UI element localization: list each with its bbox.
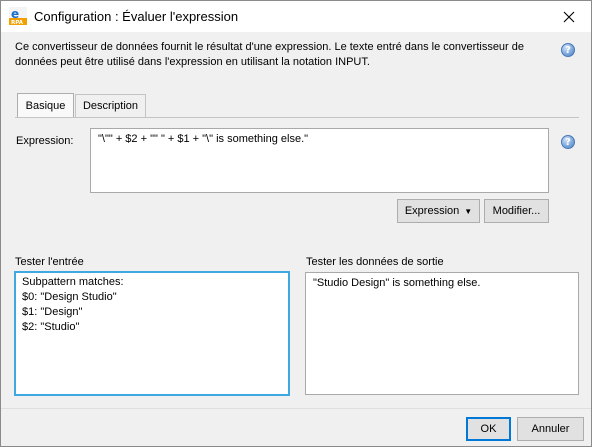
tab-basique[interactable]: Basique — [17, 93, 74, 118]
test-input-label: Tester l'entrée — [15, 256, 84, 268]
window-title: Configuration : Évaluer l'expression — [34, 9, 239, 24]
svg-text:RPA: RPA — [11, 20, 24, 25]
modify-button-label: Modifier... — [492, 205, 541, 217]
title-bar: e RPA Configuration : Évaluer l'expressi… — [1, 1, 591, 32]
test-input-line: $0: "Design Studio" — [22, 291, 117, 303]
app-icon: e RPA — [9, 7, 27, 25]
modify-button[interactable]: Modifier... — [484, 199, 549, 223]
tab-basique-label: Basique — [25, 100, 66, 112]
description-text: Ce convertisseur de données fournit le r… — [15, 41, 525, 68]
expression-label: Expression: — [16, 135, 74, 147]
dialog-footer: OK Annuler — [1, 408, 591, 446]
test-output-value: "Studio Design" is something else. — [313, 277, 481, 289]
test-input-line: Subpattern matches: — [22, 276, 124, 288]
expression-dropdown-button[interactable]: Expression ▼ — [397, 199, 480, 223]
test-output-field[interactable]: "Studio Design" is something else. — [305, 272, 579, 395]
ok-button[interactable]: OK — [466, 417, 511, 441]
tab-description[interactable]: Description — [75, 94, 146, 117]
tab-description-label: Description — [82, 100, 139, 112]
expression-button-label: Expression — [404, 205, 460, 217]
test-input-line: $2: "Studio" — [22, 321, 80, 333]
expression-value: "\"" + $2 + "" " + $1 + "\" is something… — [98, 133, 309, 145]
tab-divider — [15, 117, 579, 118]
help-icon[interactable]: ? — [561, 43, 575, 57]
expression-help-icon[interactable]: ? — [561, 135, 575, 149]
ok-button-label: OK — [480, 423, 497, 435]
cancel-button-label: Annuler — [531, 423, 570, 435]
close-icon — [563, 11, 575, 22]
cancel-button[interactable]: Annuler — [517, 417, 584, 441]
dialog-window: e RPA Configuration : Évaluer l'expressi… — [0, 0, 592, 447]
chevron-down-icon: ▼ — [464, 206, 473, 216]
expression-field[interactable]: "\"" + $2 + "" " + $1 + "\" is something… — [90, 128, 549, 193]
close-button[interactable] — [547, 1, 591, 32]
test-output-label: Tester les données de sortie — [306, 256, 444, 268]
test-input-line: $1: "Design" — [22, 306, 83, 318]
test-input-field[interactable]: Subpattern matches: $0: "Design Studio" … — [14, 271, 290, 396]
dialog-content: Ce convertisseur de données fournit le r… — [1, 32, 591, 408]
